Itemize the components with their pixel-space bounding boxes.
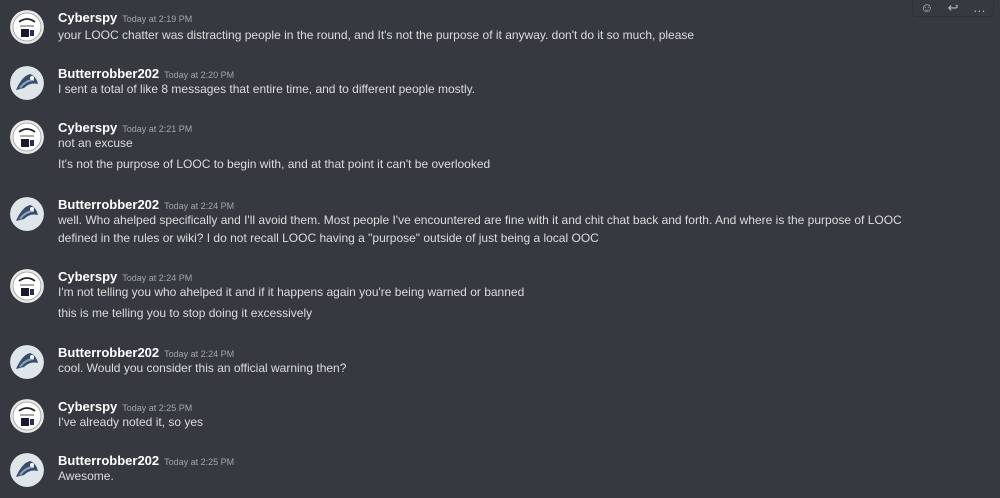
- username[interactable]: Butterrobber202: [58, 345, 159, 360]
- reply-icon[interactable]: ↩: [948, 1, 959, 15]
- cyberspy-avatar-icon: [10, 120, 44, 154]
- avatar[interactable]: [10, 453, 44, 487]
- timestamp: Today at 2:19 PM: [122, 14, 193, 24]
- username[interactable]: Cyberspy: [58, 10, 117, 25]
- timestamp: Today at 2:24 PM: [122, 273, 193, 283]
- message-text: I sent a total of like 8 messages that e…: [58, 82, 476, 96]
- message-text: I've already noted it, so yes: [58, 415, 204, 429]
- timestamp: Today at 2:24 PM: [164, 349, 235, 359]
- timestamp: Today at 2:25 PM: [164, 457, 235, 467]
- message-text: this is me telling you to stop doing it …: [58, 306, 313, 320]
- avatar[interactable]: [10, 269, 44, 303]
- message-text: It's not the purpose of LOOC to begin wi…: [58, 157, 491, 171]
- avatar[interactable]: [10, 120, 44, 154]
- username[interactable]: Cyberspy: [58, 399, 117, 414]
- butterrobber-avatar-icon: [10, 453, 44, 487]
- message-text: your LOOC chatter was distracting people…: [58, 28, 695, 42]
- avatar[interactable]: [10, 66, 44, 100]
- avatar[interactable]: [10, 399, 44, 433]
- butterrobber-avatar-icon: [10, 345, 44, 379]
- cyberspy-avatar-icon: [10, 269, 44, 303]
- timestamp: Today at 2:21 PM: [122, 124, 193, 134]
- username[interactable]: Butterrobber202: [58, 197, 159, 212]
- username[interactable]: Butterrobber202: [58, 66, 159, 81]
- avatar[interactable]: [10, 345, 44, 379]
- message-text: well. Who ahelped specifically and I'll …: [58, 213, 902, 227]
- timestamp: Today at 2:20 PM: [164, 70, 235, 80]
- message-text: not an excuse: [58, 136, 133, 150]
- username[interactable]: Cyberspy: [58, 269, 117, 284]
- timestamp: Today at 2:24 PM: [164, 201, 235, 211]
- add-reaction-icon[interactable]: ☺: [920, 1, 933, 15]
- message-text: cool. Would you consider this an officia…: [58, 361, 347, 375]
- butterrobber-avatar-icon: [10, 197, 44, 231]
- butterrobber-avatar-icon: [10, 66, 44, 100]
- username[interactable]: Cyberspy: [58, 120, 117, 135]
- username[interactable]: Butterrobber202: [58, 453, 159, 468]
- cyberspy-avatar-icon: [10, 399, 44, 433]
- message-text: Awesome.: [58, 469, 114, 483]
- avatar[interactable]: [10, 197, 44, 231]
- message-text: I'm not telling you who ahelped it and i…: [58, 285, 525, 299]
- cyberspy-avatar-icon: [10, 10, 44, 44]
- chat-messages: ☺ ↩ … Cyberspy Today at 2:19 PM your LOOC…: [0, 0, 1000, 498]
- timestamp: Today at 2:25 PM: [122, 403, 193, 413]
- avatar[interactable]: [10, 10, 44, 44]
- message-text: defined in the rules or wiki? I do not r…: [58, 231, 599, 245]
- message-toolbar: ☺ ↩ …: [912, 0, 994, 17]
- more-icon[interactable]: …: [973, 1, 986, 15]
